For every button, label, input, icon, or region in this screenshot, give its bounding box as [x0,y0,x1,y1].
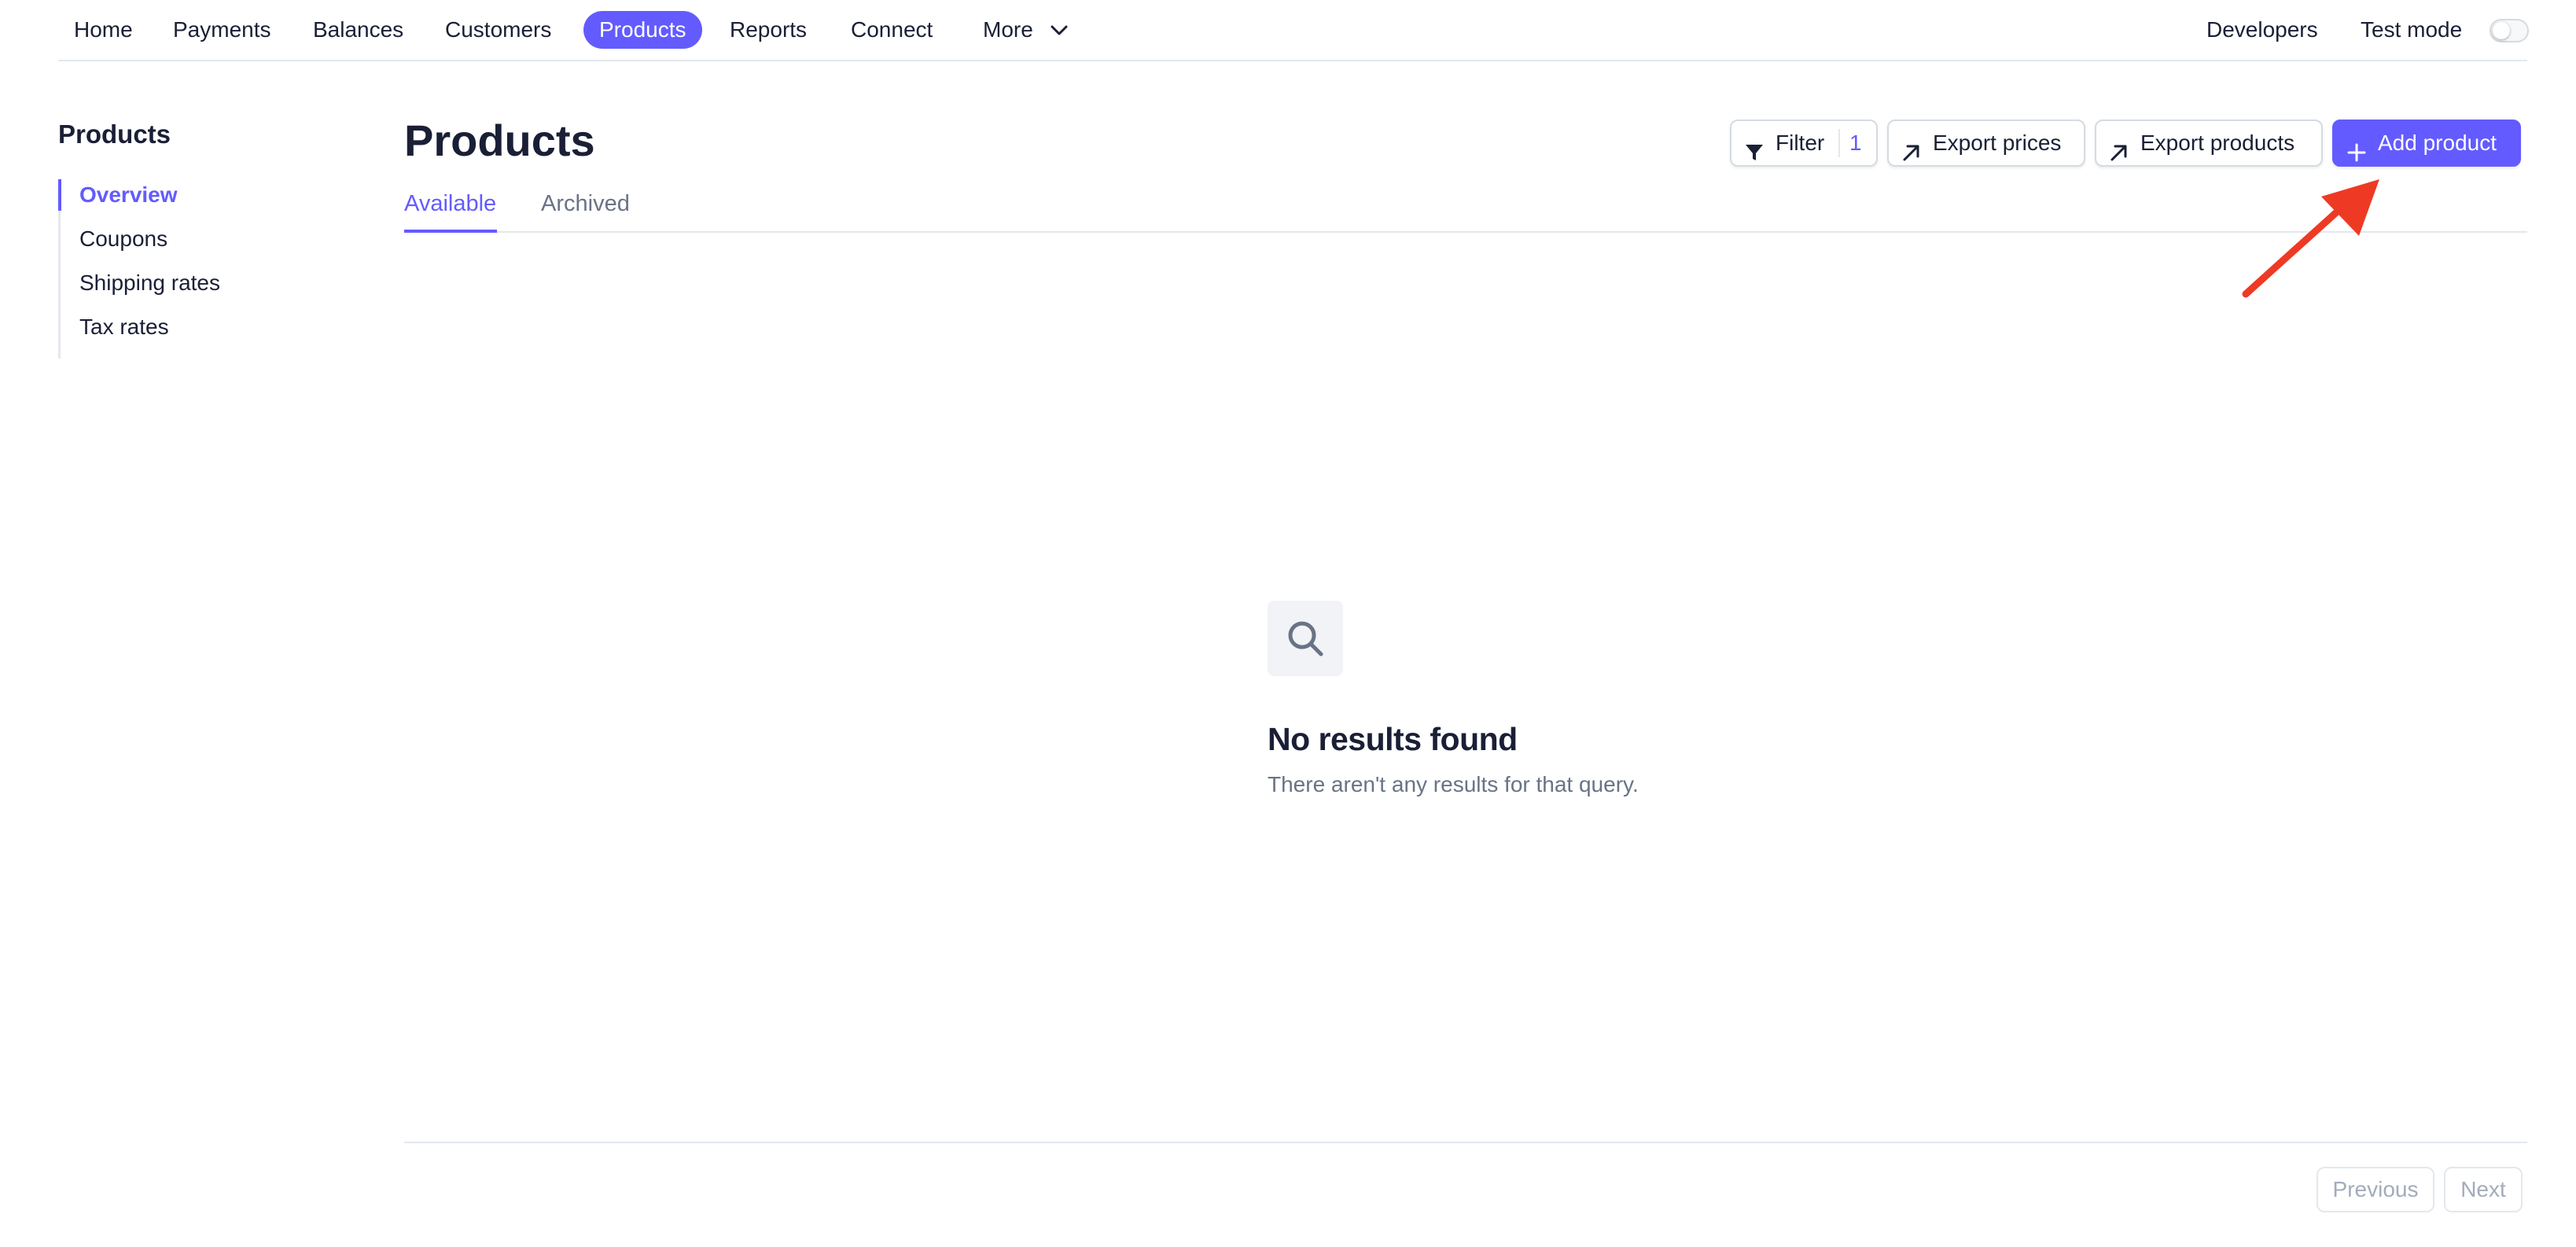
nav-home[interactable]: Home [58,11,149,49]
export-products-button[interactable]: Export products [2095,120,2323,167]
test-mode-toggle[interactable] [2490,19,2529,42]
chevron-down-icon [1051,10,1068,48]
sidebar-item-coupons[interactable]: Coupons [79,226,167,252]
sidebar-item-shipping-rates[interactable]: Shipping rates [79,270,220,296]
product-tabs: Available Archived [404,187,2527,233]
page-title: Products [404,116,595,165]
add-product-label: Add product [2378,131,2497,155]
toggle-knob [2493,22,2510,39]
empty-state-subtitle: There aren't any results for that query. [1268,772,1639,796]
nav-products[interactable]: Products [583,11,702,49]
nav-connect[interactable]: Connect [835,11,948,49]
sidebar-active-indicator [58,179,61,211]
nav-balances[interactable]: Balances [297,11,419,49]
export-prices-label: Export prices [1933,131,2062,155]
nav-payments[interactable]: Payments [157,11,287,49]
nav-more[interactable]: More [967,11,1084,49]
footer-divider [404,1142,2527,1143]
export-prices-button[interactable]: Export prices [1887,120,2085,167]
empty-state-title: No results found [1268,721,1518,757]
empty-state-icon-box [1268,601,1343,676]
add-product-button[interactable]: Add product [2332,120,2521,167]
nav-reports[interactable]: Reports [714,11,822,49]
top-navigation: Home Payments Balances Customers Product… [58,0,2529,61]
arrow-up-right-icon [1901,134,1922,178]
next-page-button[interactable]: Next [2444,1167,2523,1212]
filter-count-badge: 1 [1838,129,1862,157]
nav-customers[interactable]: Customers [429,11,567,49]
filter-icon [1744,134,1765,178]
nav-more-label: More [983,17,1033,42]
sidebar-nav: Overview Coupons Shipping rates Tax rate… [58,179,294,359]
plus-icon [2346,134,2367,178]
sidebar-item-overview[interactable]: Overview [79,182,178,208]
annotation-arrow [2242,179,2379,298]
arrow-up-right-icon [2109,134,2129,178]
sidebar-title: Products [58,120,171,149]
sidebar-item-tax-rates[interactable]: Tax rates [79,315,169,340]
export-products-label: Export products [2140,131,2295,155]
test-mode-label: Test mode [2361,17,2463,42]
nav-developers[interactable]: Developers [2191,11,2334,49]
tab-available[interactable]: Available [404,187,497,233]
filter-button[interactable]: Filter 1 [1730,120,1878,167]
search-icon [1288,621,1323,657]
filter-label: Filter [1776,131,1825,155]
tab-archived[interactable]: Archived [541,187,630,233]
previous-page-button[interactable]: Previous [2317,1167,2434,1212]
